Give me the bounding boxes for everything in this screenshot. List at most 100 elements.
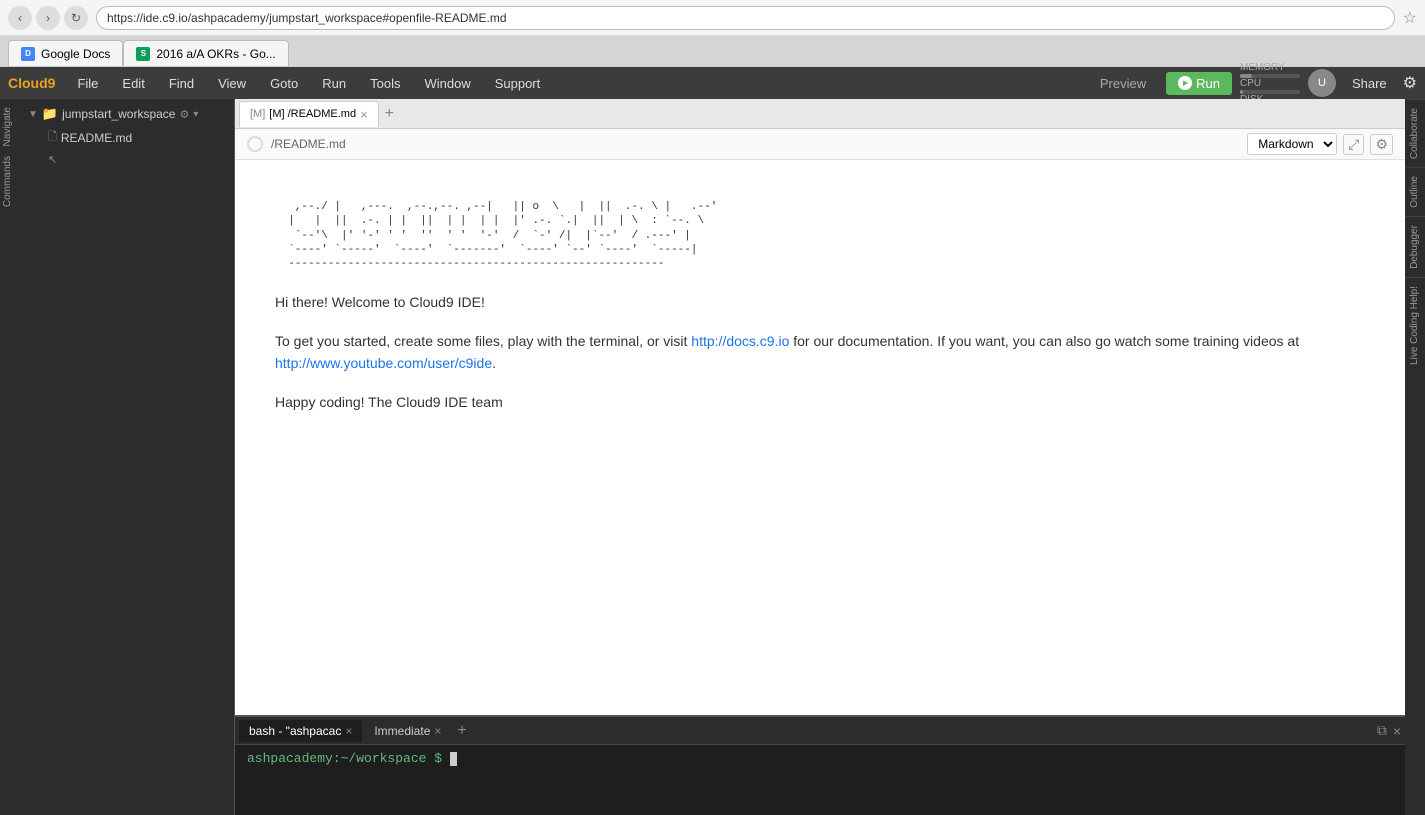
bookmark-button[interactable]: ☆ [1403,8,1417,28]
terminal-cursor [450,752,457,766]
sidebar-debugger[interactable]: Debugger [1405,216,1425,277]
favicon-sheets: S [136,47,150,61]
editor-area: [M] [M] /README.md × + /README.md Markdo… [235,99,1405,815]
editor-tab-readme[interactable]: [M] [M] /README.md × [239,101,379,127]
expand-arrow: ▼ [28,109,38,120]
paragraph-links: To get you started, create some files, p… [275,330,1365,375]
browser-chrome: ‹ › ↻ https://ide.c9.io/ashpacademy/jump… [0,0,1425,67]
preview-button[interactable]: Preview [1088,72,1158,95]
menu-find[interactable]: Find [159,72,204,95]
url-text: https://ide.c9.io/ashpacademy/jumpstart_… [107,11,507,25]
cpu-label: CPU [1240,78,1300,89]
add-terminal-button[interactable]: + [453,722,470,740]
forward-button[interactable]: › [36,6,60,30]
menubar: Cloud9 File Edit Find View Goto Run Tool… [0,67,1425,99]
editor-settings-button[interactable]: ⚙ [1370,134,1393,155]
tab-okrs[interactable]: S 2016 a/A OKRs - Go... [123,40,288,66]
menu-file[interactable]: File [67,72,108,95]
app-logo: Cloud9 [8,75,55,91]
ide-container: Cloud9 File Edit Find View Goto Run Tool… [0,67,1425,815]
paragraph-welcome: Hi there! Welcome to Cloud9 IDE! [275,291,1365,313]
terminal-tab-immediate-label: Immediate [374,724,430,738]
file-readme-label: README.md [61,131,132,145]
pathbar-spinner [247,136,263,152]
file-icon: 🗋 [48,128,57,147]
terminal-close-button[interactable]: × [1393,723,1401,739]
run-button[interactable]: Run [1166,72,1232,95]
run-icon [1178,76,1192,90]
reload-button[interactable]: ↻ [64,6,88,30]
tab-modified-icon: [M] [250,108,265,120]
favicon-docs: D [21,47,35,61]
sidebar-collaborate[interactable]: Collaborate [1405,99,1425,167]
editor-content: ,--./ | ,---. ,--.,--. ,--| || o \ | || … [235,160,1405,715]
pathbar-right: Markdown ⤢ ⚙ [1247,133,1393,155]
menu-tools[interactable]: Tools [360,72,410,95]
sidebar-item-navigate[interactable]: Navigate [0,103,20,150]
happy-coding-text: Happy coding! The Cloud9 IDE team [275,394,503,410]
para-text-after: . [492,355,496,371]
terminal-tab-bash[interactable]: bash - "ashpacac × [239,720,362,742]
folder-icon: 📁 [42,106,58,122]
file-readme[interactable]: 🗋 README.md [20,125,234,150]
editor-path: /README.md [271,137,346,151]
tab-google-docs[interactable]: D Google Docs [8,40,123,66]
paragraph-happy: Happy coding! The Cloud9 IDE team [275,391,1365,413]
file-tree: ▼ 📁 jumpstart_workspace ⚙ ▾ 🗋 README.md … [20,99,235,815]
ascii-art: ,--./ | ,---. ,--.,--. ,--| || o \ | || … [275,200,1365,271]
terminal-tab-bash-label: bash - "ashpacac [249,724,341,738]
menu-window[interactable]: Window [414,72,480,95]
right-sidebar: Collaborate Outline Debugger Live Coding… [1405,99,1425,815]
welcome-text: Hi there! Welcome to Cloud9 IDE! [275,294,485,310]
youtube-link[interactable]: http://www.youtube.com/user/c9ide [275,355,492,371]
menu-goto[interactable]: Goto [260,72,308,95]
terminal-expand-button[interactable]: ⧉ [1377,722,1387,739]
run-label: Run [1196,76,1220,91]
workspace-arrow-btn[interactable]: ▾ [193,109,198,120]
terminal-tab-immediate-close[interactable]: × [434,724,441,738]
user-avatar[interactable]: U [1308,69,1336,97]
menu-edit[interactable]: Edit [112,72,154,95]
menu-run[interactable]: Run [312,72,356,95]
add-tab-button[interactable]: + [381,105,398,123]
menu-support[interactable]: Support [485,72,551,95]
expand-editor-button[interactable]: ⤢ [1343,134,1364,155]
browser-nav-buttons: ‹ › ↻ [8,6,88,30]
terminal-tab-immediate[interactable]: Immediate × [364,720,451,742]
markdown-selector[interactable]: Markdown [1247,133,1337,155]
tab-okrs-label: 2016 a/A OKRs - Go... [156,47,275,61]
share-button[interactable]: Share [1344,72,1395,95]
back-button[interactable]: ‹ [8,6,32,30]
settings-button[interactable]: ⚙ [1403,73,1417,93]
workspace-gear-icon[interactable]: ⚙ [179,108,189,121]
editor-pathbar: /README.md Markdown ⤢ ⚙ [235,129,1405,160]
tab-google-docs-label: Google Docs [41,47,110,61]
docs-link[interactable]: http://docs.c9.io [691,333,789,349]
cursor-indicator: ↖ [48,153,57,166]
terminal-tab-bar: bash - "ashpacac × Immediate × + ⧉ × [235,717,1405,745]
workspace-root[interactable]: ▼ 📁 jumpstart_workspace ⚙ ▾ [20,103,234,125]
para-text-middle: for our documentation. If you want, you … [789,333,1299,349]
terminal-prompt-symbol: $ [434,751,450,766]
left-sidebar-icons: Navigate Commands [0,99,20,815]
workspace-name: jumpstart_workspace [62,107,175,121]
sidebar-live-coding[interactable]: Live Coding Help! [1405,277,1425,373]
memory-label: MEMORY [1240,62,1300,73]
browser-toolbar: ‹ › ↻ https://ide.c9.io/ashpacademy/jump… [0,0,1425,36]
terminal-prompt-text: ashpacademy:~/workspace [247,751,426,766]
sidebar-item-commands[interactable]: Commands [0,152,20,211]
para-text-before: To get you started, create some files, p… [275,333,691,349]
cursor-row: ↖ [20,150,234,169]
address-bar[interactable]: https://ide.c9.io/ashpacademy/jumpstart_… [96,6,1395,30]
terminal-tab-bash-close[interactable]: × [345,724,352,738]
editor-tab-close[interactable]: × [360,107,368,122]
terminal-tab-right: ⧉ × [1377,722,1401,739]
sidebar-outline[interactable]: Outline [1405,167,1425,216]
terminal-content[interactable]: ashpacademy:~/workspace $ [235,745,1405,815]
main-area: Navigate Commands ▼ 📁 jumpstart_workspac… [0,99,1425,815]
menu-view[interactable]: View [208,72,256,95]
pathbar-left: /README.md [247,136,346,152]
editor-tab-bar: [M] [M] /README.md × + [235,99,1405,129]
terminal-area: bash - "ashpacac × Immediate × + ⧉ × ash… [235,715,1405,815]
editor-tab-readme-label: [M] /README.md [269,108,356,120]
